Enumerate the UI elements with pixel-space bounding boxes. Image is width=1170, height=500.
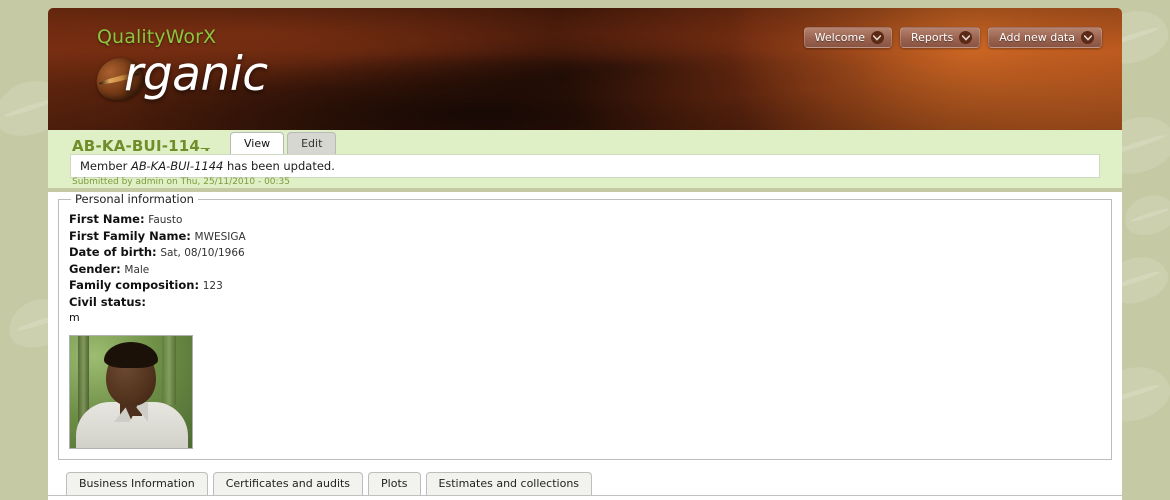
field-first-family-name-value: MWESIGA bbox=[194, 230, 246, 243]
personal-information-panel: Personal information First Name: Fausto … bbox=[58, 192, 1112, 460]
field-first-family-name-label: First Family Name: bbox=[69, 228, 191, 243]
field-family-composition-label: Family composition: bbox=[69, 278, 200, 292]
field-date-of-birth-label: Date of birth: bbox=[69, 245, 157, 259]
chevron-down-icon bbox=[870, 31, 884, 44]
chevron-down-icon bbox=[1081, 31, 1094, 44]
page-title: AB-KA-BUI-1144 bbox=[72, 137, 211, 155]
submitted-info: Submitted by admin on Thu, 25/11/2010 - … bbox=[72, 177, 291, 187]
field-gender-value: Male bbox=[124, 263, 150, 276]
member-portrait-photo bbox=[69, 334, 193, 449]
page-wrapper: QualityWorX rganic Welcome Reports Add n… bbox=[48, 8, 1122, 500]
field-civil-status: Civil status: m bbox=[69, 295, 1101, 326]
field-first-name-value: Fausto bbox=[148, 214, 183, 226]
site-header-banner: QualityWorX rganic Welcome Reports Add n… bbox=[48, 8, 1122, 130]
main-content: Personal information First Name: Fausto … bbox=[48, 192, 1122, 500]
tab-certificates-and-audits[interactable]: Certificates and audits bbox=[212, 471, 364, 495]
add-new-data-menu-button[interactable]: Add new data bbox=[988, 27, 1102, 48]
photo-tree-trunk bbox=[162, 335, 176, 405]
field-family-composition: Family composition: 123 bbox=[69, 278, 1101, 295]
business-information-content: Primary Society: Abateganda Buying Stati… bbox=[48, 496, 1122, 500]
primary-tab-bar: View Edit bbox=[230, 130, 339, 154]
logo-organic-lockup: rganic bbox=[91, 51, 268, 106]
site-logo[interactable]: QualityWorX rganic bbox=[91, 26, 268, 106]
welcome-menu-label: Welcome bbox=[814, 31, 865, 44]
field-date-of-birth-value: Sat, 08/10/1966 bbox=[160, 247, 245, 259]
status-message-id: AB-KA-BUI-1144 bbox=[130, 159, 224, 173]
field-date-of-birth: Date of birth: Sat, 08/10/1966 bbox=[69, 245, 1101, 262]
field-first-name-label: First Name: bbox=[69, 212, 145, 226]
status-message-prefix: Member bbox=[80, 159, 131, 173]
personal-information-legend: Personal information bbox=[75, 192, 194, 206]
logo-organic-text: rganic bbox=[124, 47, 268, 102]
logo-qualityworx-text: QualityWorX bbox=[97, 26, 217, 48]
field-gender: Gender: Male bbox=[69, 262, 1101, 279]
status-message-suffix: has been updated. bbox=[223, 159, 335, 173]
field-first-name: First Name: Fausto bbox=[69, 212, 1101, 229]
tab-edit[interactable]: Edit bbox=[287, 132, 337, 154]
background-watermark-bean bbox=[1119, 188, 1170, 242]
field-first-family-name: First Family Name: MWESIGA bbox=[69, 229, 1101, 246]
chevron-down-icon bbox=[959, 31, 973, 44]
tab-plots[interactable]: Plots bbox=[368, 471, 421, 495]
tab-view[interactable]: View bbox=[230, 132, 285, 154]
field-civil-status-value: m bbox=[69, 311, 80, 324]
field-civil-status-label: Civil status: bbox=[69, 294, 146, 309]
reports-menu-label: Reports bbox=[910, 31, 954, 44]
tab-business-information[interactable]: Business Information bbox=[66, 471, 208, 495]
welcome-menu-button[interactable]: Welcome bbox=[803, 27, 892, 48]
secondary-tab-bar: Business Information Certificates and au… bbox=[48, 466, 1122, 496]
field-gender-label: Gender: bbox=[69, 261, 121, 276]
field-family-composition-value: 123 bbox=[202, 280, 223, 292]
add-new-data-menu-label: Add new data bbox=[999, 31, 1075, 44]
tab-estimates-and-collections[interactable]: Estimates and collections bbox=[425, 471, 593, 495]
header-menu-buttons: Welcome Reports Add new data bbox=[803, 27, 1102, 48]
reports-menu-button[interactable]: Reports bbox=[899, 27, 981, 48]
status-message: Member AB-KA-BUI-1144 has been updated. bbox=[70, 154, 1100, 178]
page-title-band: AB-KA-BUI-1144 View Edit Member AB-KA-BU… bbox=[48, 130, 1122, 188]
